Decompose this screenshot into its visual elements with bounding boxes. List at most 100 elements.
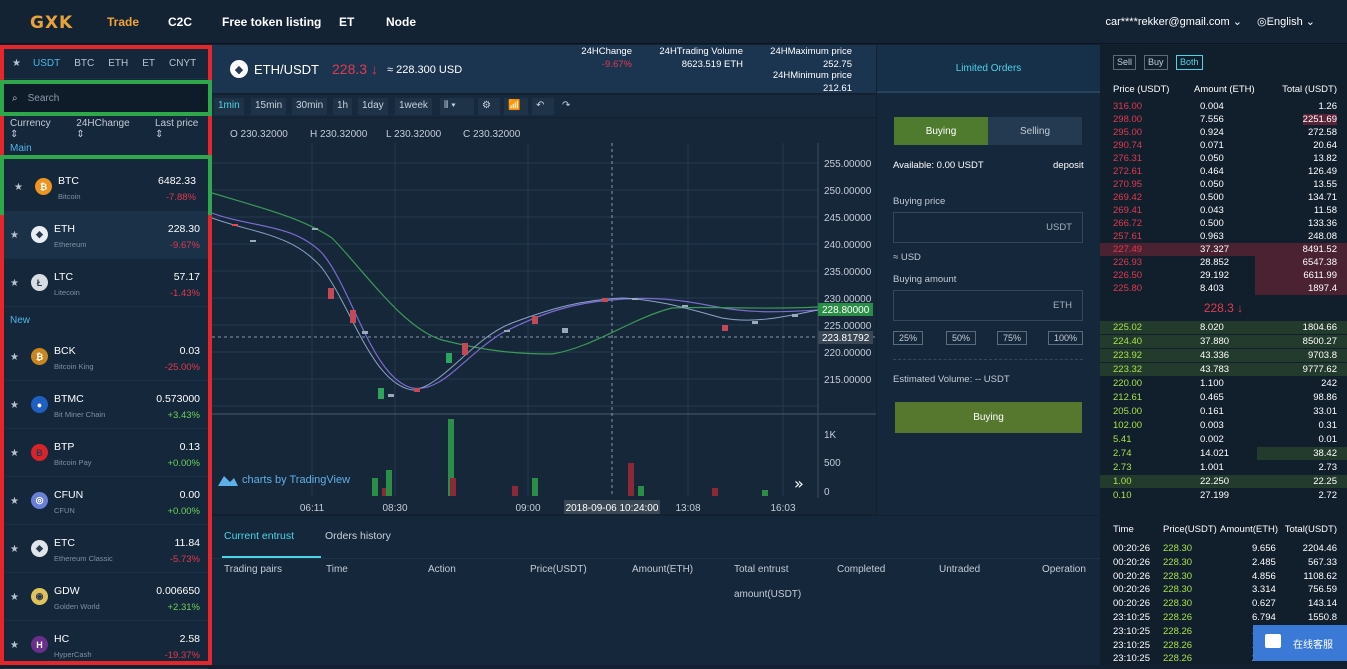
online-support-button[interactable]: 在线客服 xyxy=(1253,625,1347,661)
ask-row[interactable]: 257.61 0.963 248.08 xyxy=(1100,230,1347,244)
price-chart[interactable]: 255.00000 250.00000 245.00000 240.00000 235.… xyxy=(211,118,876,515)
interval-15min[interactable]: 15min xyxy=(251,98,287,115)
interval-1day[interactable]: 1day xyxy=(358,98,388,115)
favorite-star-icon[interactable]: ★ xyxy=(10,496,19,507)
sort-24h-change[interactable]: 24HChange ⇕ xyxy=(76,118,139,140)
coin-row-eth[interactable]: ★ ◆ ETH Ethereum 228.30 -9.67% xyxy=(4,211,208,259)
favorite-star-icon[interactable]: ★ xyxy=(10,230,19,241)
deposit-link[interactable]: deposit xyxy=(1053,160,1084,171)
ask-row[interactable]: 295.00 0.924 272.58 xyxy=(1100,126,1347,140)
bid-row[interactable]: 223.32 43.783 9777.62 xyxy=(1100,363,1347,377)
favorite-star-icon[interactable]: ★ xyxy=(10,400,19,411)
submit-buy-button[interactable]: Buying xyxy=(895,402,1082,433)
tab-btc[interactable]: BTC xyxy=(74,58,94,69)
favorites-star-icon[interactable]: ★ xyxy=(12,58,21,69)
coin-row-gdw[interactable]: ★ ◉ GDW Golden World 0.006650 +2.31% xyxy=(4,573,208,621)
favorite-star-icon[interactable]: ★ xyxy=(14,182,23,193)
sort-currency[interactable]: Currency ⇕ xyxy=(10,118,60,140)
logo[interactable]: GXK xyxy=(30,13,73,33)
coin-row-btp[interactable]: ★ B BTP Bitcoin Pay 0.13 +0.00% xyxy=(4,429,208,477)
favorite-star-icon[interactable]: ★ xyxy=(10,278,19,289)
nav-node[interactable]: Node xyxy=(386,15,416,29)
bid-row[interactable]: 223.92 43.336 9703.8 xyxy=(1100,349,1347,363)
bid-row[interactable]: 220.00 1.100 242 xyxy=(1100,377,1347,391)
bid-row[interactable]: 102.00 0.003 0.31 xyxy=(1100,419,1347,433)
bid-row[interactable]: 5.41 0.002 0.01 xyxy=(1100,433,1347,447)
redo-icon[interactable]: ↷ xyxy=(558,98,576,115)
coin-row-cfun[interactable]: ★ ◎ CFUN CFUN 0.00 +0.00% xyxy=(4,477,208,525)
tab-orders-history[interactable]: Orders history xyxy=(325,530,391,542)
nav-et[interactable]: ET xyxy=(339,15,354,29)
indicators-icon[interactable]: 📶 xyxy=(504,98,528,115)
tab-eth[interactable]: ETH xyxy=(108,58,128,69)
coin-row-etc[interactable]: ★ ◆ ETC Ethereum Classic 11.84 -5.73% xyxy=(4,525,208,573)
bid-row[interactable]: 205.00 0.161 33.01 xyxy=(1100,405,1347,419)
ask-row[interactable]: 269.42 0.500 134.71 xyxy=(1100,191,1347,205)
pct-50-button[interactable]: 50% xyxy=(946,331,976,345)
search-input[interactable]: ⌕ Search xyxy=(0,80,212,116)
nav-trade[interactable]: Trade xyxy=(107,15,139,29)
language-selector[interactable]: ◎English ⌄ xyxy=(1257,15,1315,28)
favorite-star-icon[interactable]: ★ xyxy=(10,448,19,459)
undo-icon[interactable]: ↶ xyxy=(532,98,554,115)
book-last-price: 228.3 ↓ xyxy=(1203,301,1244,315)
pct-75-button[interactable]: 75% xyxy=(997,331,1027,345)
sell-tab-button[interactable]: Selling xyxy=(988,117,1082,145)
bid-row[interactable]: 212.61 0.465 98.86 xyxy=(1100,391,1347,405)
favorite-star-icon[interactable]: ★ xyxy=(10,640,19,651)
tab-usdt[interactable]: USDT xyxy=(33,58,60,69)
bid-row[interactable]: 2.74 14.021 38.42 xyxy=(1100,447,1347,461)
bid-row[interactable]: 2.73 1.001 2.73 xyxy=(1100,461,1347,475)
bid-row[interactable]: 225.02 8.020 1804.66 xyxy=(1100,321,1347,335)
interval-1week[interactable]: 1week xyxy=(395,98,432,115)
pct-100-button[interactable]: 100% xyxy=(1048,331,1083,345)
tab-cnyt[interactable]: CNYT xyxy=(169,58,196,69)
tab-limited-orders[interactable]: Limited Orders xyxy=(877,45,1100,93)
ask-row[interactable]: 227.49 37.327 8491.52 xyxy=(1100,243,1347,257)
ask-row[interactable]: 225.80 8.403 1897.4 xyxy=(1100,282,1347,296)
bid-row[interactable]: 1.00 22.250 22.25 xyxy=(1100,475,1347,489)
nav-free-token-listing[interactable]: Free token listing xyxy=(222,15,321,29)
interval-1h[interactable]: 1h xyxy=(333,98,353,115)
sort-last-price[interactable]: Last price ⇕ xyxy=(155,118,208,140)
buying-amount-input[interactable]: ETH xyxy=(893,290,1083,321)
coin-row-ltc[interactable]: ★ Ł LTC Litecoin 57.17 -1.43% xyxy=(4,259,208,307)
ask-row[interactable]: 272.61 0.464 126.49 xyxy=(1100,165,1347,179)
chart-canvas[interactable]: 255.00000 250.00000 245.00000 240.00000 235.… xyxy=(211,118,876,515)
interval-30min[interactable]: 30min xyxy=(292,98,328,115)
favorite-star-icon[interactable]: ★ xyxy=(10,592,19,603)
favorite-star-icon[interactable]: ★ xyxy=(10,352,19,363)
user-menu[interactable]: car****rekker@gmail.com ⌄ xyxy=(1105,15,1242,28)
interval-1min[interactable]: 1min xyxy=(214,98,244,115)
coin-row-btc[interactable]: ★ ₿ BTC Bitcoin 6482.33 -7.88% xyxy=(0,155,212,215)
coin-row-hc[interactable]: ★ H HC HyperCash 2.58 -19.37% xyxy=(4,621,208,669)
tab-et[interactable]: ET xyxy=(142,58,155,69)
ask-row[interactable]: 226.93 28.852 6547.38 xyxy=(1100,256,1347,270)
book-buy-button[interactable]: Buy xyxy=(1144,55,1168,70)
coin-row-bck[interactable]: ★ ₿ BCK Bitcoin King 0.03 -25.00% xyxy=(4,333,208,381)
ask-row[interactable]: 269.41 0.043 11.58 xyxy=(1100,204,1347,218)
candle-type-dropdown[interactable]: ⫴ ▾ xyxy=(440,98,474,115)
ask-row[interactable]: 270.95 0.050 13.55 xyxy=(1100,178,1347,192)
ask-row[interactable]: 316.00 0.004 1.26 xyxy=(1100,100,1347,114)
ask-row[interactable]: 226.50 29.192 6611.99 xyxy=(1100,269,1347,283)
ask-row[interactable]: 298.00 7.556 2251.69 xyxy=(1100,113,1347,127)
favorite-star-icon[interactable]: ★ xyxy=(10,544,19,555)
buy-tab-button[interactable]: Buying xyxy=(894,117,988,145)
buying-price-input[interactable]: USDT xyxy=(893,212,1083,243)
settings-gear-icon[interactable]: ⚙ xyxy=(478,98,500,115)
coin-row-btmc[interactable]: ★ ● BTMC Bit Miner Chain 0.573000 +3.43% xyxy=(4,381,208,429)
ask-row[interactable]: 290.74 0.071 20.64 xyxy=(1100,139,1347,153)
candle xyxy=(446,353,452,363)
ask-row[interactable]: 276.31 0.050 13.82 xyxy=(1100,152,1347,166)
scroll-forward-icon[interactable]: » xyxy=(794,474,804,493)
pct-25-button[interactable]: 25% xyxy=(893,331,923,345)
book-sell-button[interactable]: Sell xyxy=(1113,55,1137,70)
ask-row[interactable]: 266.72 0.500 133.36 xyxy=(1100,217,1347,231)
tab-current-entrust[interactable]: Current entrust xyxy=(224,530,294,542)
pair-name[interactable]: ETH/USDT xyxy=(254,62,319,77)
nav-c2c[interactable]: C2C xyxy=(168,15,192,29)
bid-row[interactable]: 0.10 27.199 2.72 xyxy=(1100,489,1347,503)
bid-row[interactable]: 224.40 37.880 8500.27 xyxy=(1100,335,1347,349)
book-both-button[interactable]: Both xyxy=(1176,55,1203,70)
